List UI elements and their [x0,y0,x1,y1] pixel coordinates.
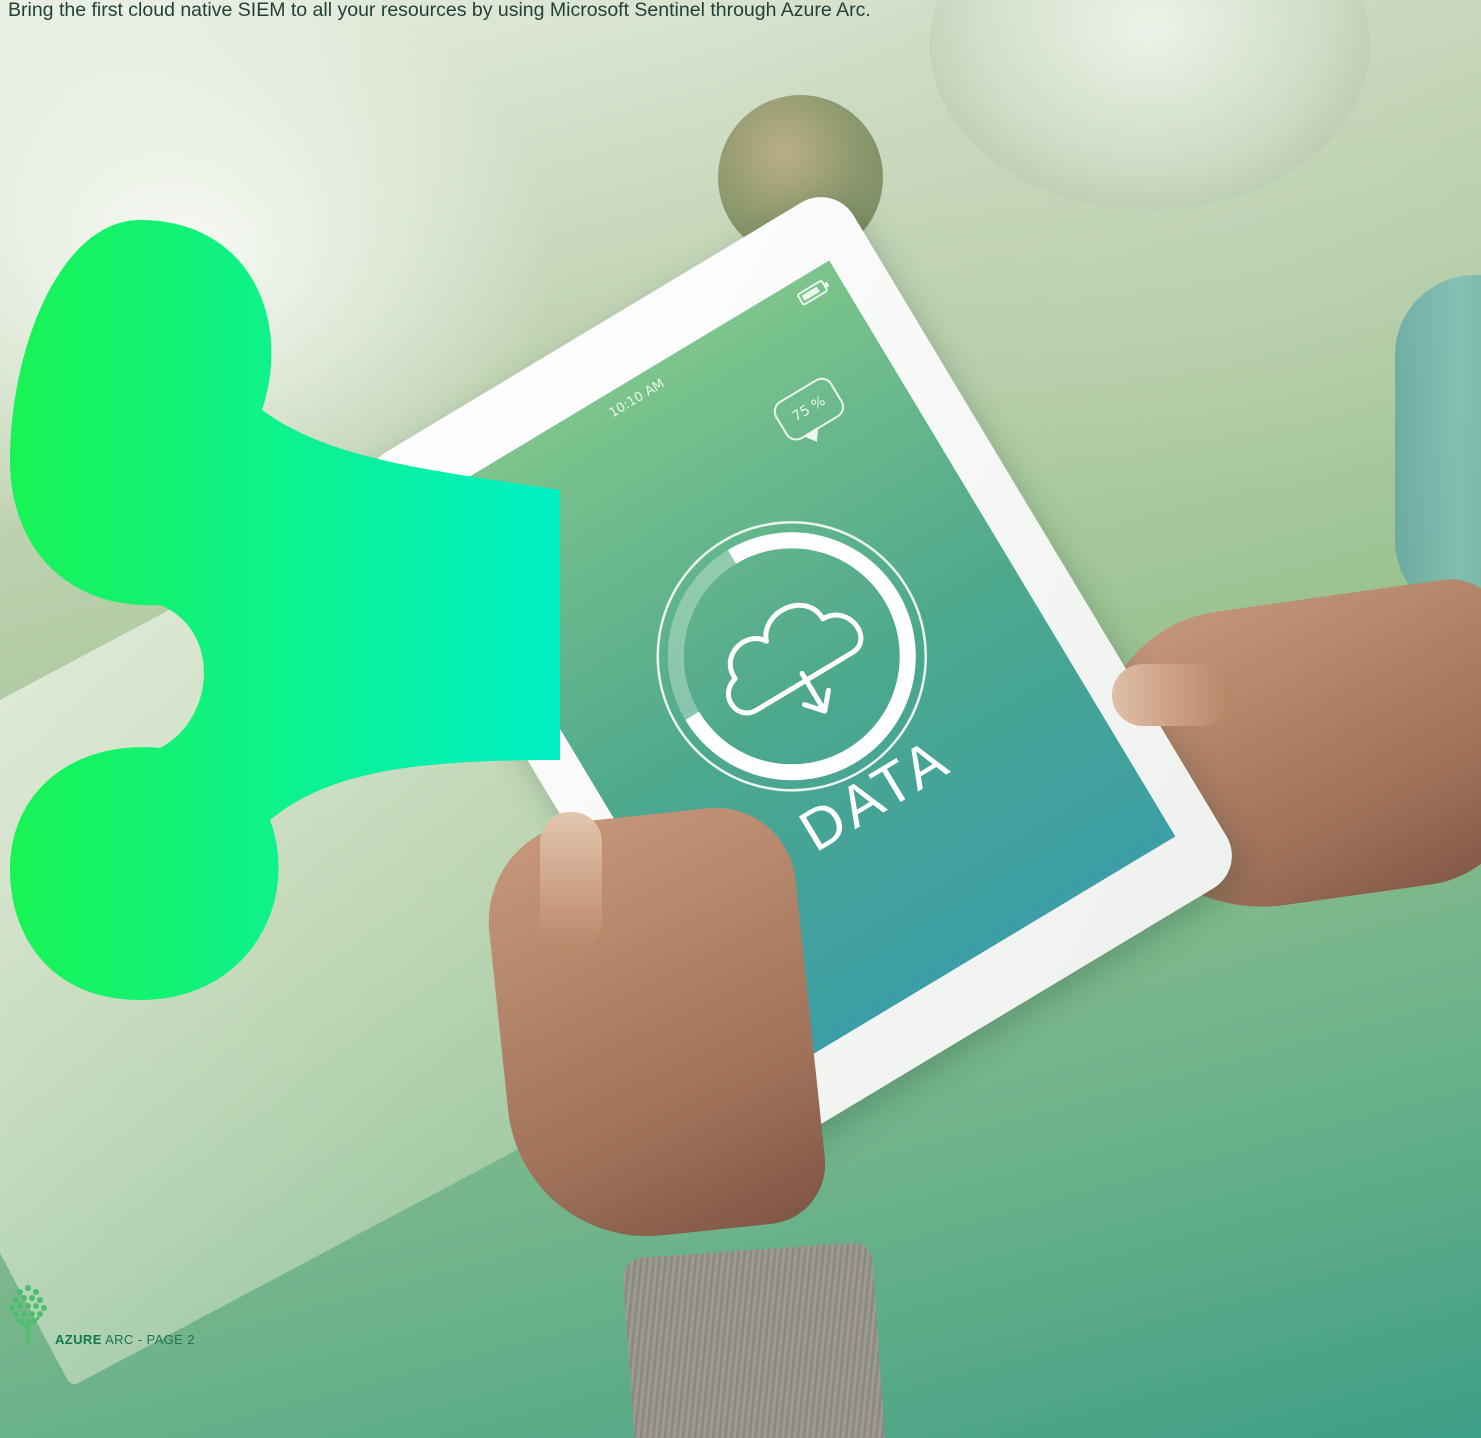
footer-page-label: AZURE ARC - PAGE 2 [55,1332,195,1347]
footer-page-number: ARC - PAGE 2 [101,1332,195,1347]
download-ring [656,521,928,792]
intro-text: Bring the first cloud native SIEM to all… [8,0,871,21]
tree-logo-icon [9,1285,47,1346]
coffee-mug [1395,275,1481,620]
azure-arc-blob-shape [10,220,560,1000]
battery-icon [795,278,829,307]
percent-bubble: 75 % [769,373,849,445]
cloud-download-icon [726,602,864,716]
sleeve [621,1241,889,1438]
footer-brand-word: AZURE [55,1332,102,1347]
right-thumb [1112,664,1232,726]
percent-label: 75 % [789,393,829,426]
